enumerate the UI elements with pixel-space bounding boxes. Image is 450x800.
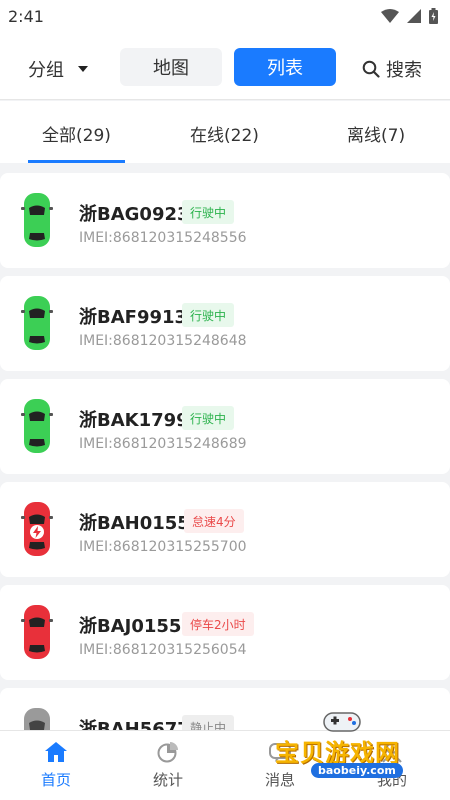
group-dropdown[interactable]: 分组 [28, 56, 88, 82]
green-car-icon [21, 399, 53, 453]
vehicle-card[interactable]: 浙BAH0155 怠速4分 IMEI:868120315255700 [0, 482, 450, 577]
status-badge: 行驶中 [182, 303, 235, 327]
vehicle-imei: IMEI:868120315248648 [79, 333, 247, 349]
watermark-logo: 宝贝游戏网 baobeiy.com [265, 705, 425, 785]
tab-online[interactable]: 在线(22) [190, 121, 259, 146]
status-time: 2:41 [8, 6, 44, 26]
nav-stats-label: 统计 [152, 771, 183, 789]
gamepad-icon [323, 712, 361, 732]
green-car-icon [21, 296, 53, 350]
vehicle-imei: IMEI:868120315256054 [79, 642, 247, 658]
pie-chart-icon [157, 742, 178, 763]
group-label: 分组 [28, 60, 64, 81]
vehicle-plate: 浙BAF9913 [79, 307, 188, 328]
status-icons [381, 8, 438, 24]
vehicle-plate: 浙BAJ0155 [79, 616, 182, 637]
wifi-icon [381, 9, 399, 23]
watermark-url: baobeiy.com [311, 763, 403, 778]
status-badge: 怠速4分 [184, 509, 244, 533]
status-tabs: 全部(29) 在线(22) 离线(7) [0, 101, 450, 163]
status-badge: 行驶中 [182, 406, 235, 430]
search-icon [362, 60, 380, 78]
vehicle-plate: 浙BAG0923 [79, 204, 190, 225]
search-label: 搜索 [386, 60, 422, 81]
nav-home-label: 首页 [40, 771, 71, 789]
map-view-button[interactable]: 地图 [120, 48, 222, 86]
status-badge: 行驶中 [182, 200, 235, 224]
active-tab-indicator [28, 160, 125, 163]
nav-home[interactable]: 首页 [21, 741, 91, 790]
vehicle-imei: IMEI:868120315248556 [79, 230, 247, 246]
caret-down-icon [78, 66, 88, 72]
home-icon [45, 742, 67, 762]
vehicle-card[interactable]: 浙BAG0923 行驶中 IMEI:868120315248556 [0, 173, 450, 268]
status-badge: 停车2小时 [182, 612, 254, 636]
tab-all[interactable]: 全部(29) [42, 121, 111, 146]
green-car-icon [21, 193, 53, 247]
vehicle-card[interactable]: 浙BAF9913 行驶中 IMEI:868120315248648 [0, 276, 450, 371]
vehicle-imei: IMEI:868120315255700 [79, 539, 247, 555]
tab-offline[interactable]: 离线(7) [347, 121, 405, 146]
search-button[interactable]: 搜索 [362, 56, 422, 82]
battery-icon [429, 8, 438, 24]
signal-icon [407, 9, 421, 23]
vehicle-card[interactable]: 浙BAJ0155 停车2小时 IMEI:868120315256054 [0, 585, 450, 680]
list-view-button[interactable]: 列表 [234, 48, 336, 86]
vehicle-plate: 浙BAH0155 [79, 513, 190, 534]
vehicle-plate: 浙BAK1799 [79, 410, 189, 431]
red-car-icon [21, 605, 53, 659]
nav-stats[interactable]: 统计 [133, 741, 203, 790]
app-screen: 2:41 分组 地图 列表 搜索 全部(29) 在线(22) 离线(7) 浙BA… [0, 0, 450, 800]
status-bar: 2:41 [0, 0, 450, 32]
red-car-alert-icon [21, 502, 53, 556]
top-toolbar: 分组 地图 列表 搜索 [0, 32, 450, 100]
vehicle-imei: IMEI:868120315248689 [79, 436, 247, 452]
vehicle-card[interactable]: 浙BAK1799 行驶中 IMEI:868120315248689 [0, 379, 450, 474]
